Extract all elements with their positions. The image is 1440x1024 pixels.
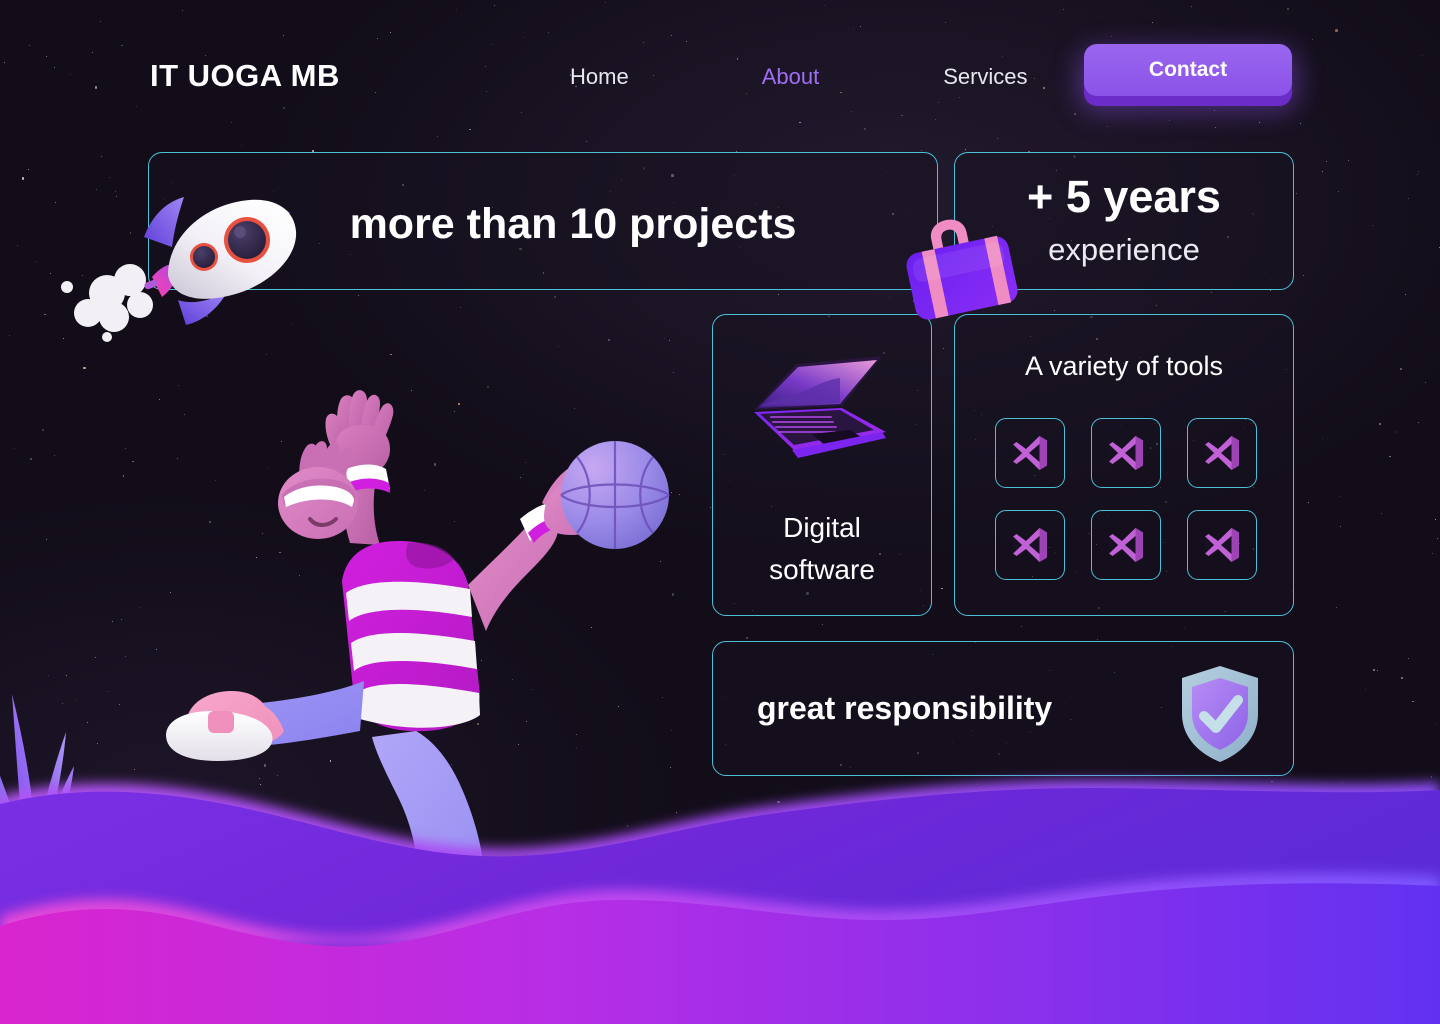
wave-background <box>0 780 1440 1024</box>
tool-item-2[interactable] <box>1091 418 1161 488</box>
visual-studio-icon <box>1109 436 1143 470</box>
site-header: IT UOGA MB Home About Services Contact <box>0 0 1440 128</box>
contact-button-label: Contact <box>1084 44 1292 96</box>
tools-grid <box>995 418 1257 580</box>
visual-studio-icon <box>1013 436 1047 470</box>
card-tools[interactable]: A variety of tools <box>954 314 1294 616</box>
page-background: IT UOGA MB Home About Services Contact m… <box>0 0 1440 1024</box>
visual-studio-icon <box>1013 528 1047 562</box>
logo[interactable]: IT UOGA MB <box>150 58 340 94</box>
nav-item-services[interactable]: Services <box>933 60 1037 94</box>
card-tools-title: A variety of tools <box>1024 351 1224 381</box>
contact-button[interactable]: Contact <box>1084 44 1292 106</box>
tool-item-1[interactable] <box>995 418 1065 488</box>
tool-item-4[interactable] <box>995 510 1065 580</box>
card-years-headline: + 5 years <box>1027 171 1221 222</box>
visual-studio-icon <box>1205 528 1239 562</box>
card-digital-title: Digital software <box>713 507 931 591</box>
card-digital-software[interactable]: Digital software <box>712 314 932 616</box>
nav-item-home[interactable]: Home <box>560 60 639 94</box>
main-navigation: Home About Services <box>560 60 1038 94</box>
tool-item-6[interactable] <box>1187 510 1257 580</box>
card-digital-line2: software <box>769 554 875 585</box>
visual-studio-icon <box>1109 528 1143 562</box>
tool-item-3[interactable] <box>1187 418 1257 488</box>
visual-studio-icon <box>1205 436 1239 470</box>
card-projects[interactable]: more than 10 projects <box>148 152 938 290</box>
card-years-subline: experience <box>1048 232 1200 267</box>
card-years-experience[interactable]: + 5 years experience <box>954 152 1294 290</box>
card-projects-title: more than 10 projects <box>349 200 797 248</box>
card-digital-line1: Digital <box>783 512 861 543</box>
nav-item-about[interactable]: About <box>752 60 830 94</box>
card-responsibility-title: great responsibility <box>757 690 1053 726</box>
tool-item-5[interactable] <box>1091 510 1161 580</box>
